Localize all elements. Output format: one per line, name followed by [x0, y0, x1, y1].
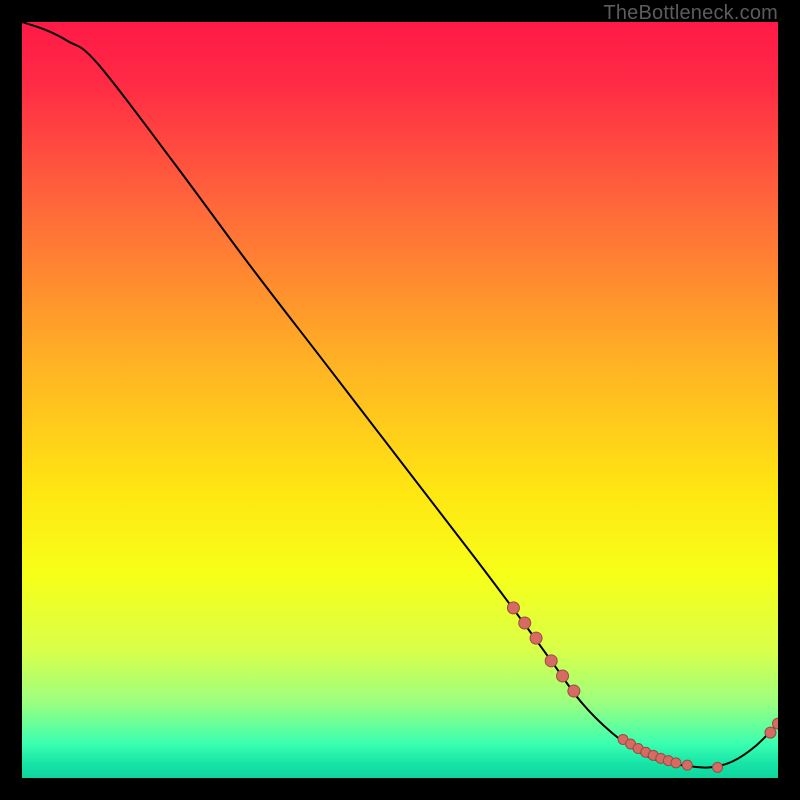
data-dot — [682, 760, 692, 770]
data-dot — [519, 617, 531, 629]
data-dot — [530, 632, 542, 644]
gradient-background — [22, 22, 778, 778]
data-dot — [557, 670, 569, 682]
data-dot — [507, 602, 519, 614]
data-dot — [545, 655, 557, 667]
bottleneck-chart — [22, 22, 778, 778]
data-dot — [765, 727, 776, 738]
data-dot — [671, 758, 681, 768]
watermark-text: TheBottleneck.com — [603, 2, 778, 25]
chart-stage: TheBottleneck.com — [0, 0, 800, 800]
data-dot — [568, 685, 580, 697]
data-dot — [713, 762, 723, 772]
